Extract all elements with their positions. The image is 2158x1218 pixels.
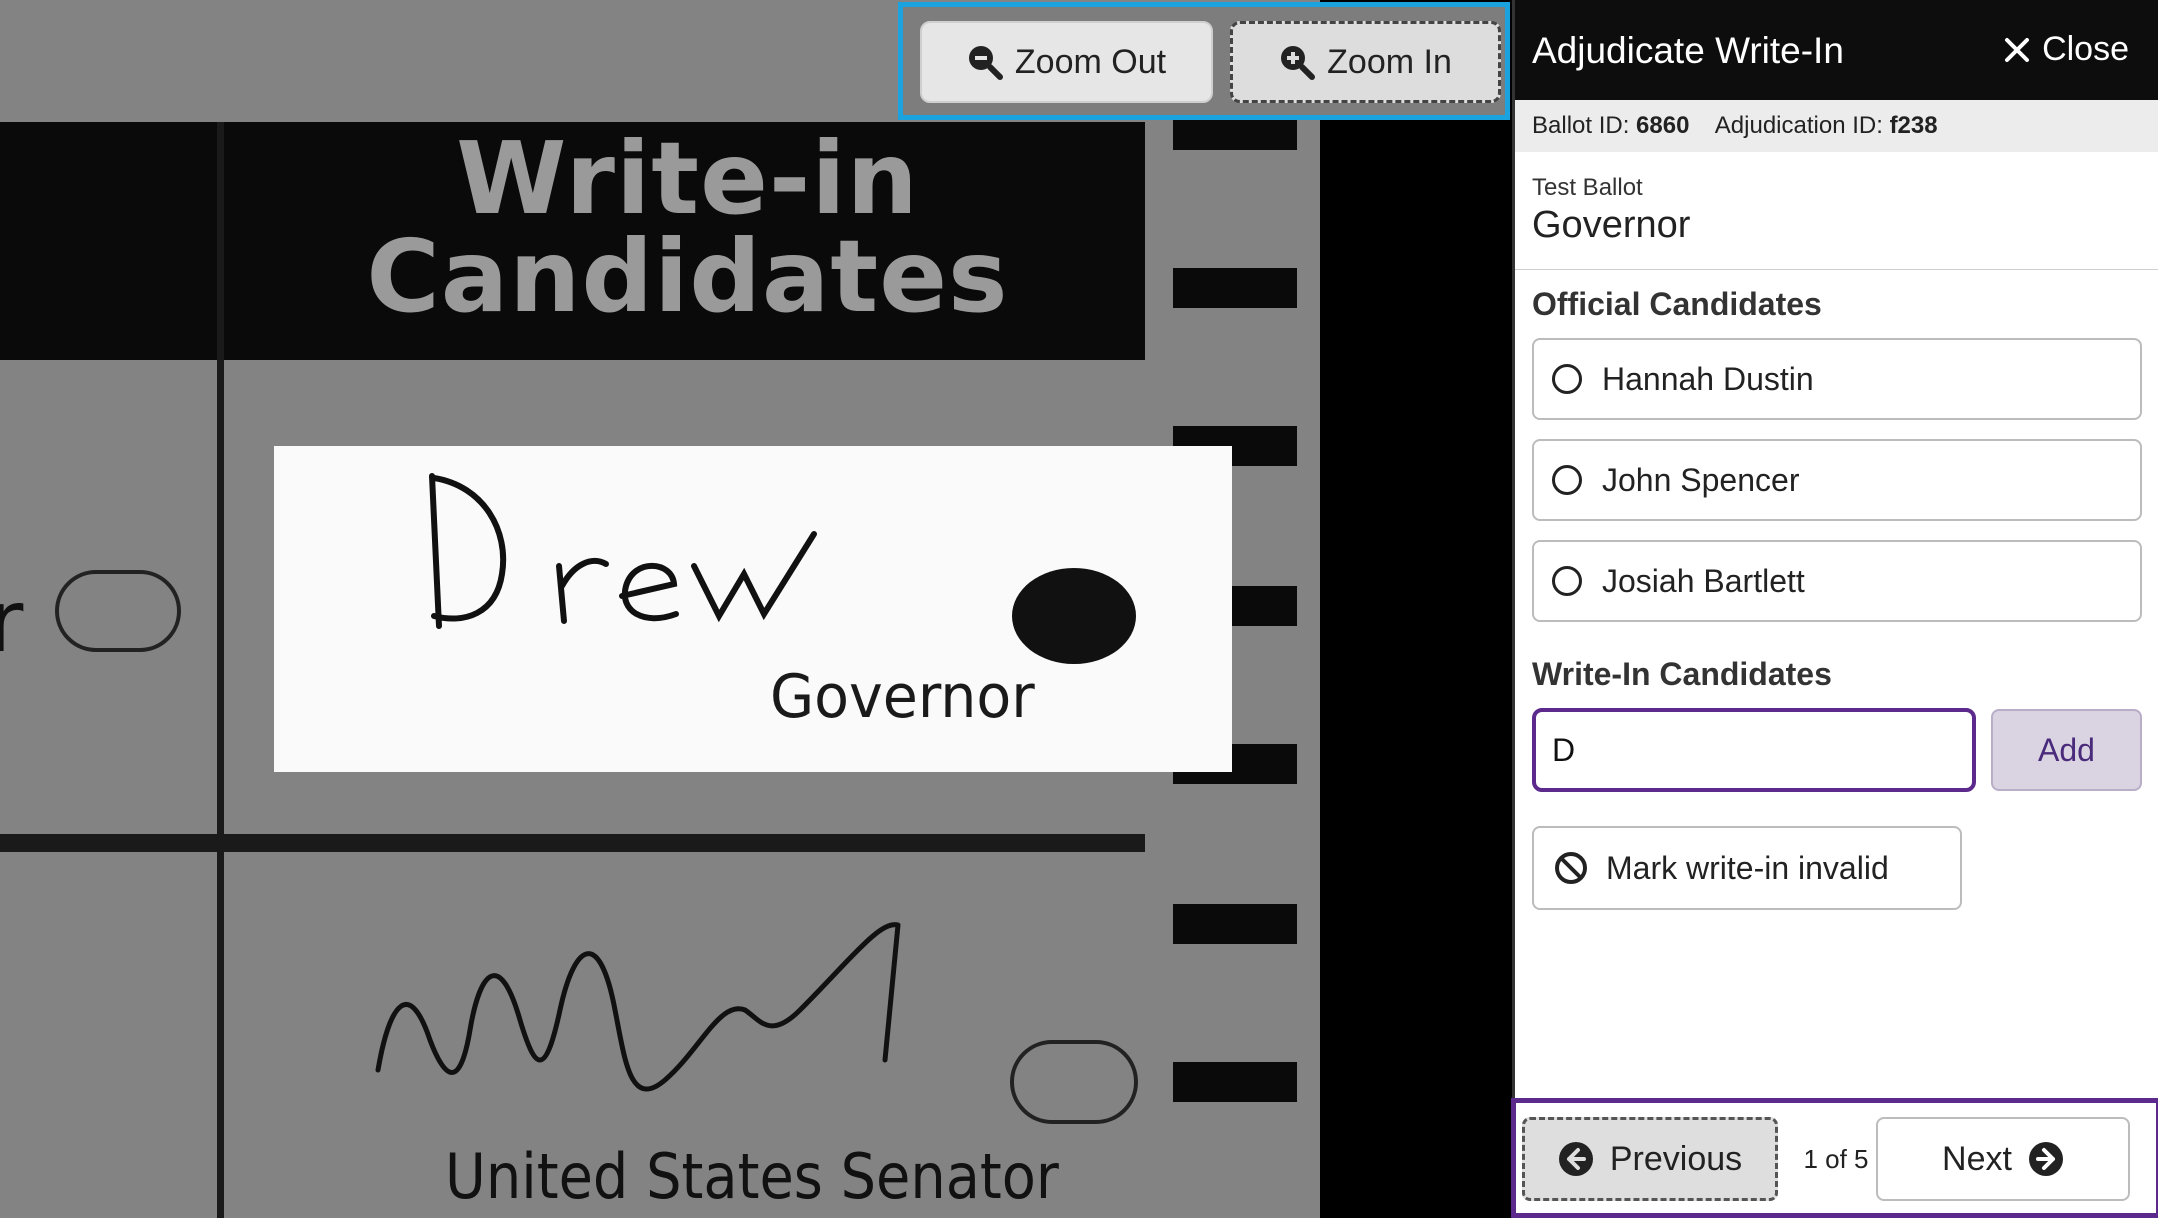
contest-info: Test Ballot Governor <box>1515 152 2158 270</box>
candidate-option[interactable]: Hannah Dustin <box>1532 338 2142 420</box>
page-status: 1 of 5 <box>1803 1144 1869 1174</box>
radio-icon <box>1552 364 1582 394</box>
panel-header: Adjudicate Write-In Close <box>1515 0 2158 100</box>
mark-invalid-label: Mark write-in invalid <box>1606 849 1889 886</box>
zoom-out-button[interactable]: Zoom Out <box>920 21 1213 103</box>
mark-invalid-button[interactable]: Mark write-in invalid <box>1532 826 1962 910</box>
zoom-in-icon <box>1279 44 1316 80</box>
write-in-name-input[interactable] <box>1532 708 1976 792</box>
radio-icon <box>1552 566 1582 596</box>
zoom-out-icon <box>967 44 1003 80</box>
candidate-name: Josiah Bartlett <box>1602 562 1805 599</box>
arrow-left-circle-icon <box>1558 1141 1594 1177</box>
candidate-option[interactable]: John Spencer <box>1532 439 2142 521</box>
next-button[interactable]: Next <box>1876 1117 2130 1201</box>
candidate-name: John Spencer <box>1602 461 1800 498</box>
ballot-meta-bar: Ballot ID: 6860 Adjudication ID: f238 <box>1515 100 2158 152</box>
candidate-name: Hannah Dustin <box>1602 360 1814 397</box>
handwritten-signature-scribble <box>375 922 901 1092</box>
panel-title: Adjudicate Write-In <box>1532 30 1844 71</box>
ballot-id-label: Ballot ID: <box>1532 112 1630 139</box>
ballot-id-value: 6860 <box>1636 112 1690 139</box>
adjudication-id-label: Adjudication ID: <box>1714 112 1883 139</box>
ballot-next-contest-label: United States Senator <box>445 1140 1059 1213</box>
image-edge <box>1320 0 1512 1218</box>
contest-title: Governor <box>1532 204 1691 246</box>
official-candidates-heading: Official Candidates <box>1532 286 1822 322</box>
next-label: Next <box>1942 1139 2012 1178</box>
zoom-out-label: Zoom Out <box>1014 42 1167 81</box>
adjudication-panel: Adjudicate Write-In Close Ballot ID: 686… <box>1511 0 2158 1218</box>
write-in-candidates-heading: Write-In Candidates <box>1532 656 1832 692</box>
close-button[interactable]: Close <box>2004 30 2129 69</box>
close-label: Close <box>2042 30 2129 68</box>
zoom-in-button[interactable]: Zoom In <box>1230 21 1501 103</box>
previous-label: Previous <box>1609 1139 1743 1178</box>
prohibited-icon <box>1554 851 1588 885</box>
ballot-style-name: Test Ballot <box>1532 174 1643 201</box>
close-icon <box>2004 37 2030 63</box>
zoom-toolbar: Zoom Out Zoom In <box>898 2 1510 120</box>
adjudication-id-value: f238 <box>1889 112 1938 139</box>
arrow-right-circle-icon <box>2028 1141 2064 1177</box>
zoom-in-label: Zoom In <box>1327 42 1452 81</box>
candidate-option[interactable]: Josiah Bartlett <box>1532 540 2142 622</box>
pagination-footer: Previous 1 of 5 Next <box>1511 1098 2158 1218</box>
ballot-image-viewer: Write-in Candidates r Governor United St… <box>0 0 1512 1218</box>
add-write-in-button[interactable]: Add <box>1991 709 2142 791</box>
radio-icon <box>1552 465 1582 495</box>
previous-button[interactable]: Previous <box>1522 1117 1778 1201</box>
